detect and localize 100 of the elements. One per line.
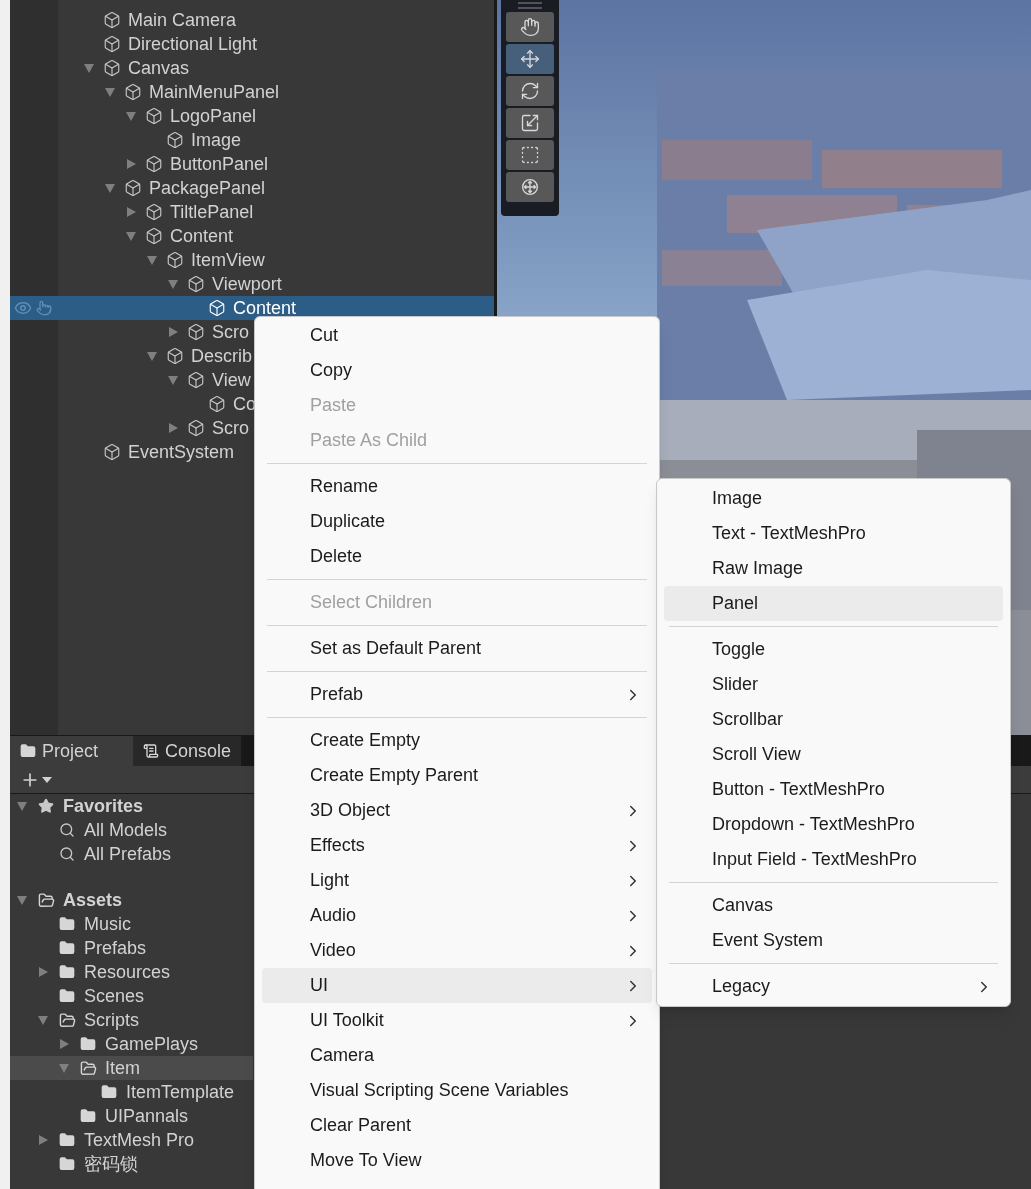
menu-item[interactable]: Light [262, 863, 652, 898]
tree-item[interactable]: Viewport [10, 272, 494, 296]
menu-item[interactable]: Button - TextMeshPro [664, 772, 1003, 807]
expanded-arrow-icon[interactable] [104, 86, 116, 98]
menu-item[interactable]: Copy [262, 353, 652, 388]
collapsed-arrow-icon[interactable] [37, 966, 49, 978]
tree-item[interactable]: Music [10, 912, 253, 936]
tree-item[interactable]: Directional Light [10, 32, 494, 56]
menu-item[interactable]: Toggle [664, 632, 1003, 667]
tree-item[interactable]: 密码锁 [10, 1152, 253, 1176]
collapsed-arrow-icon[interactable] [37, 1134, 49, 1146]
menu-item[interactable]: Scrollbar [664, 702, 1003, 737]
tool-button[interactable] [506, 172, 554, 202]
expanded-arrow-icon[interactable] [16, 894, 28, 906]
menu-item[interactable]: Audio [262, 898, 652, 933]
menu-item[interactable]: Scroll View [664, 737, 1003, 772]
tree-item[interactable]: Content [10, 296, 494, 320]
menu-item[interactable]: Move To View [262, 1143, 652, 1178]
expanded-arrow-icon[interactable] [167, 278, 179, 290]
menu-item[interactable]: Canvas [664, 888, 1003, 923]
menu-item[interactable]: Camera [262, 1038, 652, 1073]
menu-item[interactable]: Dropdown - TextMeshPro [664, 807, 1003, 842]
menu-item[interactable]: UI Toolkit [262, 1003, 652, 1038]
tree-item[interactable]: Assets [10, 888, 253, 912]
folder-icon [101, 1084, 117, 1100]
expanded-arrow-icon[interactable] [146, 254, 158, 266]
tree-item[interactable]: Canvas [10, 56, 494, 80]
expanded-arrow-icon[interactable] [167, 374, 179, 386]
tree-item[interactable]: LogoPanel [10, 104, 494, 128]
tree-item[interactable]: Favorites [10, 794, 253, 818]
tree-item[interactable]: All Models [10, 818, 253, 842]
menu-item[interactable]: Create Empty [262, 723, 652, 758]
tree-item[interactable]: TiltlePanel [10, 200, 494, 224]
open-folder-icon [80, 1059, 97, 1077]
menu-item[interactable]: Video [262, 933, 652, 968]
collapsed-arrow-icon[interactable] [125, 206, 137, 218]
tool-button[interactable] [506, 108, 554, 138]
menu-item[interactable]: Clear Parent [262, 1108, 652, 1143]
collapsed-arrow-icon[interactable] [167, 326, 179, 338]
tool-button[interactable] [506, 76, 554, 106]
tree-item[interactable]: Prefabs [10, 936, 253, 960]
menu-item[interactable]: Set as Default Parent [262, 631, 652, 666]
visibility-eye-icon[interactable] [14, 299, 32, 317]
tree-item[interactable]: Image [10, 128, 494, 152]
menu-item[interactable]: Duplicate [262, 504, 652, 539]
menu-item[interactable]: Create Empty Parent [262, 758, 652, 793]
tree-item[interactable]: Main Camera [10, 8, 494, 32]
menu-item[interactable]: Prefab [262, 677, 652, 712]
tree-item[interactable]: PackagePanel [10, 176, 494, 200]
move-tool-icon [520, 49, 540, 69]
menu-item[interactable]: Slider [664, 667, 1003, 702]
tree-item[interactable]: Scripts [10, 1008, 253, 1032]
menu-item[interactable]: Event System [664, 923, 1003, 958]
pointer-hand-icon[interactable] [36, 300, 52, 316]
tree-item[interactable]: Resources [10, 960, 253, 984]
panel-tab[interactable]: Project [10, 736, 133, 766]
tree-item[interactable]: GamePlays [10, 1032, 253, 1056]
menu-item[interactable]: Panel [664, 586, 1003, 621]
tool-button[interactable] [506, 140, 554, 170]
tree-item[interactable]: ItemView [10, 248, 494, 272]
tree-item[interactable]: MainMenuPanel [10, 80, 494, 104]
tree-item[interactable]: UIPannals [10, 1104, 253, 1128]
expanded-arrow-icon[interactable] [104, 182, 116, 194]
menu-item[interactable]: Effects [262, 828, 652, 863]
collapsed-arrow-icon[interactable] [58, 1038, 70, 1050]
menu-item[interactable]: Visual Scripting Scene Variables [262, 1073, 652, 1108]
dropdown-caret-icon[interactable] [42, 775, 52, 784]
cube-icon [145, 227, 163, 245]
tree-item[interactable]: TextMesh Pro [10, 1128, 253, 1152]
cube-icon [208, 395, 226, 413]
menu-item[interactable]: Text - TextMeshPro [664, 516, 1003, 551]
tree-item[interactable]: Item [10, 1056, 253, 1080]
tree-item[interactable]: Content [10, 224, 494, 248]
menu-item[interactable]: Legacy [664, 969, 1003, 1004]
expanded-arrow-icon[interactable] [125, 230, 137, 242]
panel-tab[interactable]: Console [133, 736, 242, 766]
tool-button[interactable] [506, 12, 554, 42]
collapsed-arrow-icon[interactable] [167, 422, 179, 434]
expanded-arrow-icon[interactable] [37, 1014, 49, 1026]
tree-item[interactable]: All Prefabs [10, 842, 253, 866]
tool-button[interactable] [506, 44, 554, 74]
expanded-arrow-icon[interactable] [83, 62, 95, 74]
expanded-arrow-icon[interactable] [58, 1062, 70, 1074]
tree-item[interactable]: Scenes [10, 984, 253, 1008]
expanded-arrow-icon[interactable] [125, 110, 137, 122]
menu-item[interactable]: Delete [262, 539, 652, 574]
menu-item[interactable]: 3D Object [262, 793, 652, 828]
menu-item[interactable]: Rename [262, 469, 652, 504]
cube-icon [187, 323, 205, 341]
expanded-arrow-icon[interactable] [16, 800, 28, 812]
menu-item[interactable]: Raw Image [664, 551, 1003, 586]
menu-item[interactable]: UI [262, 968, 652, 1003]
tree-item[interactable]: ButtonPanel [10, 152, 494, 176]
tree-item[interactable]: ItemTemplate [10, 1080, 253, 1104]
collapsed-arrow-icon[interactable] [125, 158, 137, 170]
expanded-arrow-icon[interactable] [146, 350, 158, 362]
menu-item[interactable]: Image [664, 481, 1003, 516]
grip-icon[interactable] [518, 2, 542, 10]
menu-item[interactable]: Input Field - TextMeshPro [664, 842, 1003, 877]
menu-item[interactable]: Cut [262, 318, 652, 353]
